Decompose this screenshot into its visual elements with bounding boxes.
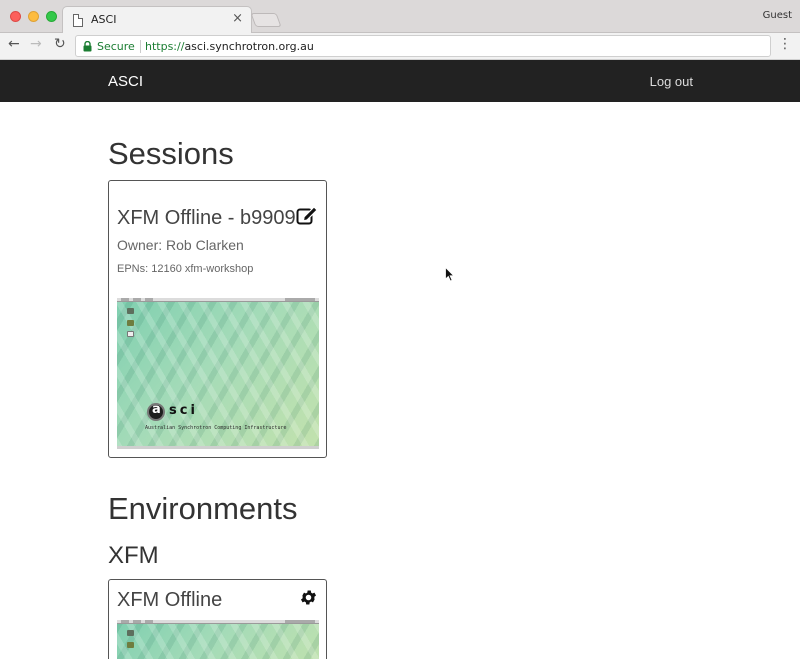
back-arrow-icon[interactable]: ← <box>8 36 20 52</box>
environment-group-heading: XFM <box>108 542 159 569</box>
environments-heading: Environments <box>108 491 298 526</box>
url-host: asci.synchrotron.org.au <box>184 40 314 53</box>
url-scheme: https:// <box>145 40 185 53</box>
session-card[interactable]: XFM Offline - b9909 Owner: Rob Clarken E… <box>108 180 327 458</box>
logout-link[interactable]: Log out <box>650 74 693 89</box>
close-window-button[interactable] <box>10 11 21 22</box>
secure-label: Secure <box>97 40 135 53</box>
browser-menu-icon[interactable]: ⋮ <box>778 36 792 52</box>
desktop-icon <box>127 642 134 648</box>
forward-arrow-icon[interactable]: → <box>30 36 42 52</box>
desktop-icon <box>127 630 134 636</box>
edit-icon[interactable] <box>296 205 318 225</box>
thumbnail-caption: Australian Synchrotron Computing Infrast… <box>145 425 287 431</box>
browser-tab-bar: ASCI × Guest <box>0 0 800 34</box>
page-icon <box>73 14 83 27</box>
desktop-icon <box>127 331 134 337</box>
sessions-heading: Sessions <box>108 136 234 171</box>
session-desktop-thumbnail[interactable]: sci Australian Synchrotron Computing Inf… <box>117 298 319 449</box>
thumbnail-panel <box>117 298 319 302</box>
profile-label[interactable]: Guest <box>763 10 792 21</box>
url-text[interactable]: https://asci.synchrotron.org.au <box>145 40 314 53</box>
address-bar[interactable]: Secure https://asci.synchrotron.org.au <box>75 35 771 57</box>
browser-tab[interactable]: ASCI × <box>62 6 252 34</box>
session-owner: Owner: Rob Clarken <box>117 237 244 253</box>
new-tab-button[interactable] <box>250 13 282 27</box>
url-separator <box>140 40 141 53</box>
environment-title: XFM Offline <box>117 589 223 611</box>
session-title: XFM Offline - b9909 <box>117 207 296 229</box>
environment-card[interactable]: XFM Offline <box>108 579 327 659</box>
tab-close-icon[interactable]: × <box>232 11 243 26</box>
browser-toolbar: ← → ↻ Secure https://asci.synchrotron.or… <box>0 33 800 60</box>
maximize-window-button[interactable] <box>46 11 57 22</box>
tab-title: ASCI <box>91 13 117 26</box>
session-epns: EPNs: 12160 xfm-workshop <box>117 263 254 275</box>
asci-logo: sci <box>147 402 203 422</box>
desktop-icon <box>127 308 134 314</box>
environment-desktop-thumbnail[interactable] <box>117 620 319 659</box>
minimize-window-button[interactable] <box>28 11 39 22</box>
mouse-cursor-icon <box>445 267 455 282</box>
brand-link[interactable]: ASCI <box>108 73 143 90</box>
reload-icon[interactable]: ↻ <box>54 36 66 52</box>
asci-logo-text: sci <box>169 403 198 418</box>
gear-icon[interactable] <box>299 588 318 607</box>
thumbnail-taskbar <box>117 446 319 449</box>
lock-icon <box>83 41 92 52</box>
thumbnail-panel <box>117 620 319 624</box>
desktop-icon <box>127 320 134 326</box>
site-navbar: ASCI Log out <box>0 60 800 102</box>
